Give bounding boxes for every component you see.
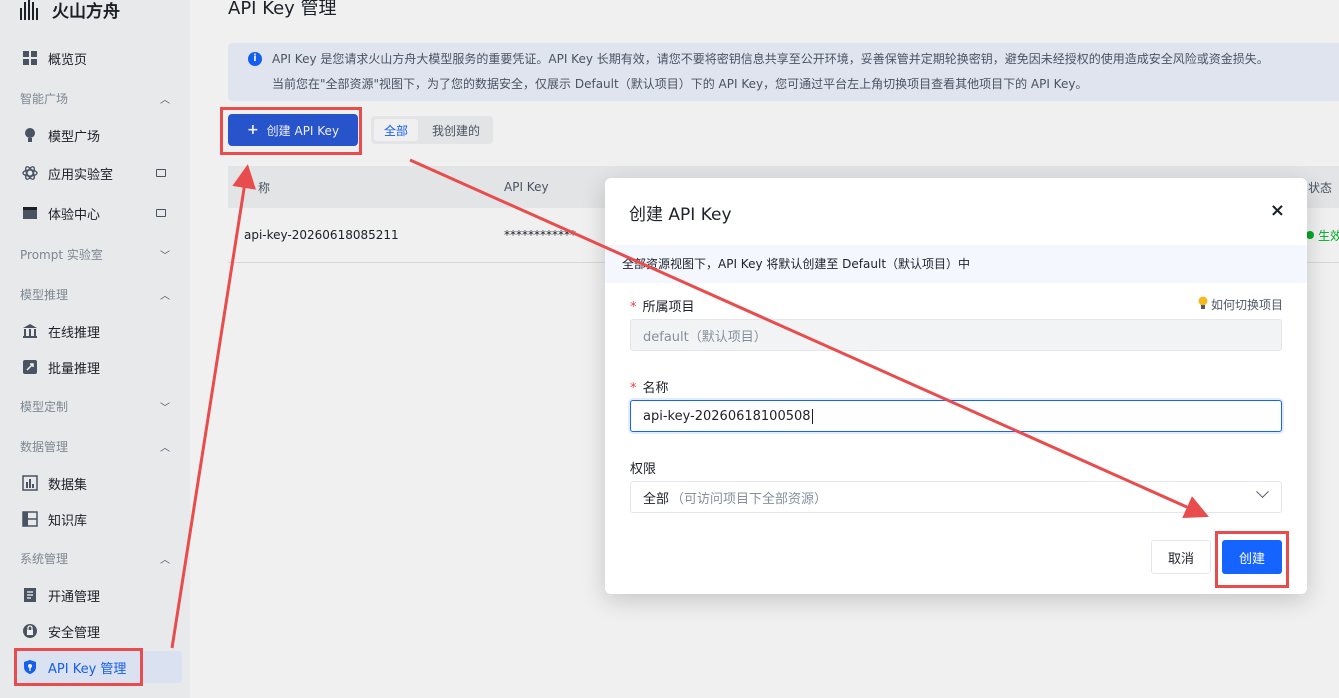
annotation-arrows xyxy=(170,158,1209,649)
arrow-up xyxy=(170,164,256,649)
arrow-to-create xyxy=(409,158,1209,519)
